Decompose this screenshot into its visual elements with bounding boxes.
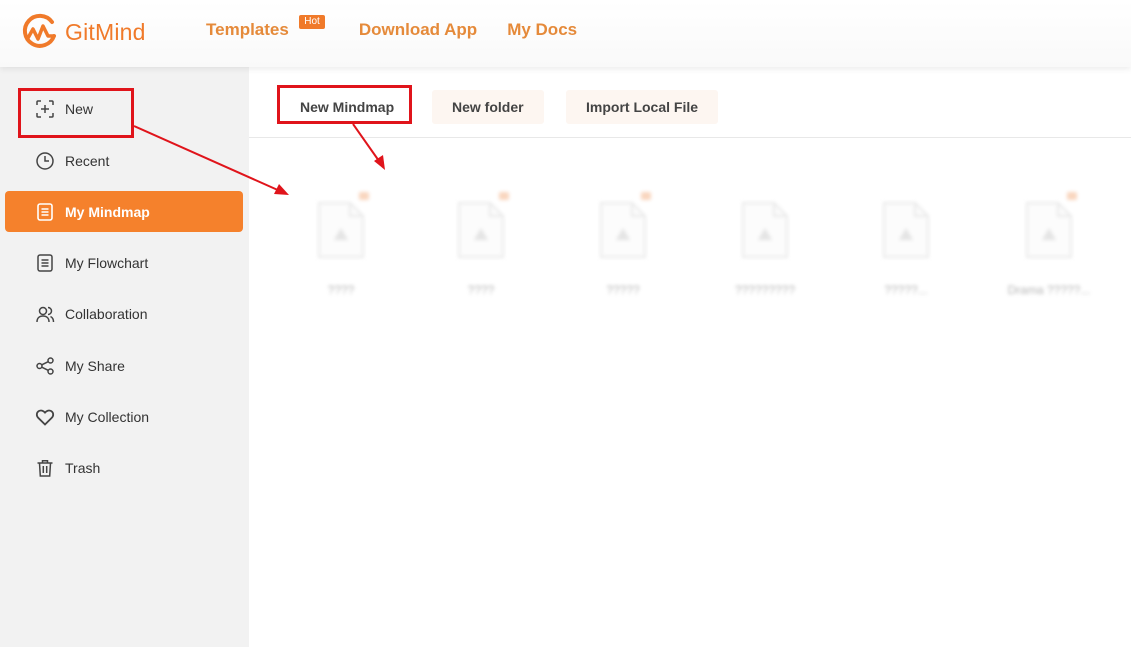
file-item[interactable]: ????? — [563, 180, 683, 297]
file-item[interactable]: Drama ?????... — [989, 180, 1109, 297]
file-badge — [499, 192, 509, 200]
nav-templates[interactable]: Templates Hot — [206, 15, 325, 40]
sidebar-item-label: My Mindmap — [65, 203, 150, 220]
import-local-file-button[interactable]: Import Local File — [566, 90, 719, 124]
file-doc-icon — [883, 202, 929, 258]
file-name: ????????? — [734, 283, 796, 297]
file-badge — [1067, 192, 1077, 200]
content-toolbar: New Mindmap New folder Import Local File — [249, 67, 1131, 138]
arrow-head-new-mindmap — [374, 155, 385, 170]
heart-icon — [35, 407, 55, 427]
document-icon — [35, 253, 55, 273]
file-name: ???? — [327, 283, 355, 297]
file-doc-icon — [742, 202, 788, 258]
file-badge — [641, 192, 651, 200]
sidebar-item-trash[interactable]: Trash — [5, 447, 243, 488]
sidebar-item-label: My Share — [65, 357, 125, 374]
file-name: ???? — [467, 283, 495, 297]
nav-download-app[interactable]: Download App — [359, 20, 477, 40]
file-doc-icon — [458, 202, 504, 258]
nav-templates-label: Templates — [206, 20, 289, 39]
share-icon — [35, 356, 55, 376]
sidebar-item-my-collection[interactable]: My Collection — [5, 396, 243, 437]
logo[interactable]: GitMind — [19, 12, 146, 52]
nav-my-docs[interactable]: My Docs — [507, 20, 577, 40]
file-badge — [359, 192, 369, 200]
sidebar-item-label: Trash — [65, 459, 101, 476]
file-item[interactable]: ???? — [281, 180, 401, 297]
file-doc-icon — [1026, 202, 1072, 258]
top-nav: Templates Hot Download App My Docs — [206, 15, 607, 40]
file-name: Drama ?????... — [1007, 283, 1091, 297]
logo-text: GitMind — [65, 18, 146, 45]
new-mindmap-button[interactable]: New Mindmap — [280, 90, 415, 124]
file-item[interactable]: ?????... — [846, 180, 966, 297]
sidebar-item-collaboration[interactable]: Collaboration — [5, 293, 243, 334]
clock-icon — [35, 151, 55, 171]
sidebar-item-my-share[interactable]: My Share — [5, 345, 243, 386]
file-name: ????? — [606, 283, 640, 297]
file-item[interactable]: ????????? — [705, 180, 825, 297]
file-doc-icon — [600, 202, 646, 258]
top-header: GitMind Templates Hot Download App My Do… — [0, 0, 1131, 67]
file-name: ?????... — [884, 283, 928, 297]
file-grid: ???? ???? ????? ????????? ?????... Drama… — [249, 180, 1131, 330]
file-item[interactable]: ???? — [421, 180, 541, 297]
sidebar-item-recent[interactable]: Recent — [5, 140, 243, 181]
sidebar-item-label: My Flowchart — [65, 254, 149, 271]
file-doc-icon — [318, 202, 364, 258]
trash-icon — [35, 458, 55, 478]
document-icon — [35, 202, 55, 222]
users-icon — [35, 304, 55, 324]
sidebar-item-label: Collaboration — [65, 305, 148, 322]
sidebar-item-label: Recent — [65, 152, 110, 169]
sidebar-item-my-mindmap[interactable]: My Mindmap — [5, 191, 243, 232]
new-plus-icon — [35, 99, 55, 119]
hot-badge: Hot — [299, 15, 325, 29]
gitmind-logo-icon — [22, 13, 56, 48]
sidebar-item-my-flowchart[interactable]: My Flowchart — [5, 242, 243, 283]
gitmind-app: GitMind Templates Hot Download App My Do… — [0, 0, 1131, 647]
sidebar-item-new[interactable]: New — [5, 88, 243, 129]
sidebar-item-label: My Collection — [65, 408, 150, 425]
sidebar-item-label: New — [65, 100, 94, 117]
sidebar: New Recent My Mindmap My Flowchart Colla… — [0, 67, 249, 647]
new-folder-button[interactable]: New folder — [432, 90, 544, 124]
